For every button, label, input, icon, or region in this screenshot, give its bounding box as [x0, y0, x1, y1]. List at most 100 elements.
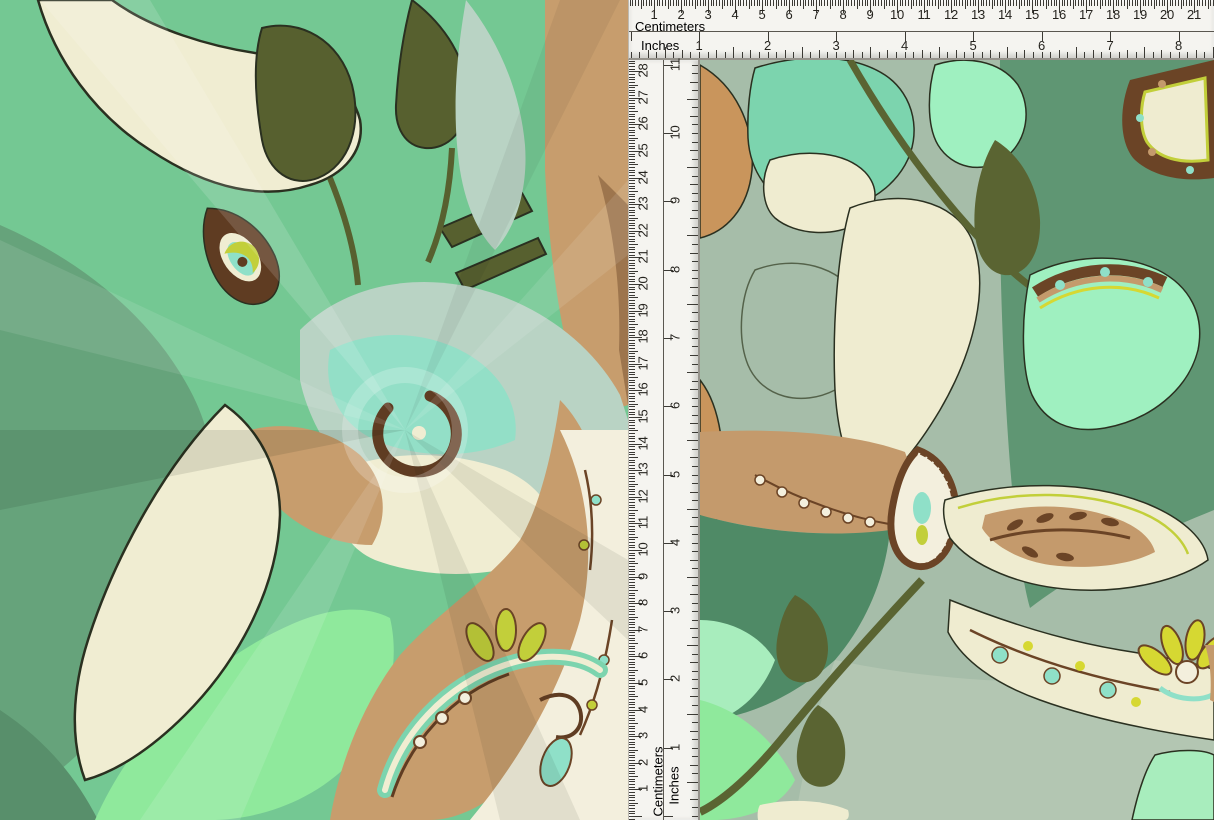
inch-tick	[802, 47, 803, 58]
inch-tick	[690, 662, 698, 663]
cm-tick	[629, 720, 635, 721]
inch-number: 4	[669, 529, 682, 555]
cm-tick	[629, 428, 635, 429]
cm-tick	[629, 289, 635, 290]
inch-tick	[692, 90, 698, 91]
cm-tick	[629, 353, 635, 354]
cm-tick	[819, 0, 820, 6]
cm-tick	[629, 366, 635, 367]
inch-tick	[930, 52, 931, 58]
cm-tick	[629, 478, 635, 479]
cm-tick	[629, 734, 635, 735]
cm-number: 13	[966, 8, 990, 21]
cm-tick	[629, 792, 635, 793]
cm-tick	[629, 648, 635, 649]
cm-tick	[629, 92, 635, 93]
inch-tick	[692, 756, 698, 757]
inch-tick	[687, 782, 698, 783]
cm-tick	[767, 0, 768, 6]
cm-tick	[629, 316, 635, 317]
cm-tick	[1040, 0, 1041, 6]
cm-tick	[629, 454, 635, 455]
inch-tick	[692, 773, 698, 774]
inch-number: 11	[669, 51, 682, 77]
cm-tick	[629, 489, 635, 490]
inch-number: 3	[669, 598, 682, 624]
cm-number: 1	[642, 8, 666, 21]
cm-tick	[629, 813, 635, 814]
cm-tick	[1164, 0, 1165, 6]
cm-tick	[629, 664, 635, 665]
cm-tick	[629, 526, 635, 527]
cm-tick	[716, 0, 717, 6]
cm-tick	[629, 797, 635, 798]
cm-tick	[1170, 0, 1171, 6]
inch-tick	[692, 585, 698, 586]
cm-tick	[629, 787, 635, 788]
cm-tick	[629, 247, 635, 248]
cm-tick	[629, 499, 635, 500]
cm-tick	[629, 260, 635, 261]
inch-tick	[1016, 52, 1017, 58]
cm-tick	[629, 241, 635, 242]
cm-tick	[765, 0, 766, 6]
cm-tick	[719, 0, 720, 6]
fabric-swirl-photo	[0, 0, 628, 820]
cm-tick	[629, 202, 635, 203]
inch-number: 1	[687, 39, 711, 52]
cm-tick	[629, 718, 635, 719]
cm-tick	[1145, 0, 1146, 6]
inch-tick	[1050, 52, 1051, 58]
cm-tick	[962, 0, 963, 6]
cm-tick	[629, 632, 635, 633]
cm-tick	[1091, 0, 1092, 6]
inch-tick	[692, 329, 698, 330]
cm-tick	[932, 0, 933, 6]
cm-number: 12	[637, 483, 650, 509]
cm-number: 9	[858, 8, 882, 21]
cm-tick	[629, 223, 635, 224]
cm-tick	[629, 800, 635, 801]
cm-tick	[649, 0, 650, 6]
inch-tick	[687, 577, 698, 578]
inch-tick	[1144, 47, 1145, 58]
cm-tick	[629, 228, 635, 229]
cm-tick	[629, 295, 635, 296]
inch-number: 8	[669, 256, 682, 282]
cm-tick	[821, 0, 822, 6]
inch-tick	[690, 731, 698, 732]
cm-tick	[629, 249, 635, 250]
inch-tick	[939, 47, 940, 58]
cm-tick	[1172, 0, 1173, 6]
cm-tick	[630, 0, 631, 6]
cm-tick	[1016, 0, 1017, 6]
cm-tick	[651, 0, 652, 6]
cm-tick	[629, 114, 635, 115]
cm-tick	[643, 0, 644, 6]
inch-tick	[692, 671, 698, 672]
cm-tick	[629, 646, 635, 647]
cm-tick	[629, 188, 635, 189]
cm-tick	[629, 816, 642, 817]
cm-tick	[629, 795, 635, 796]
cm-tick	[629, 694, 635, 695]
cm-tick	[629, 215, 635, 216]
inch-tick	[692, 338, 698, 339]
cm-tick	[629, 292, 635, 293]
inch-number: 10	[669, 120, 682, 146]
inch-tick	[692, 415, 698, 416]
cm-tick	[629, 662, 635, 663]
cm-tick	[1175, 0, 1176, 6]
cm-tick	[629, 305, 635, 306]
inch-tick	[896, 52, 897, 58]
cm-tick	[797, 0, 798, 6]
inch-tick	[1196, 50, 1197, 58]
cm-tick	[629, 638, 635, 639]
cm-tick	[629, 731, 635, 732]
cm-tick	[781, 0, 782, 6]
cm-tick	[1143, 0, 1144, 6]
inch-tick	[687, 99, 698, 100]
inch-tick	[692, 210, 698, 211]
cm-number: 19	[1128, 8, 1152, 21]
cm-tick	[629, 502, 635, 503]
